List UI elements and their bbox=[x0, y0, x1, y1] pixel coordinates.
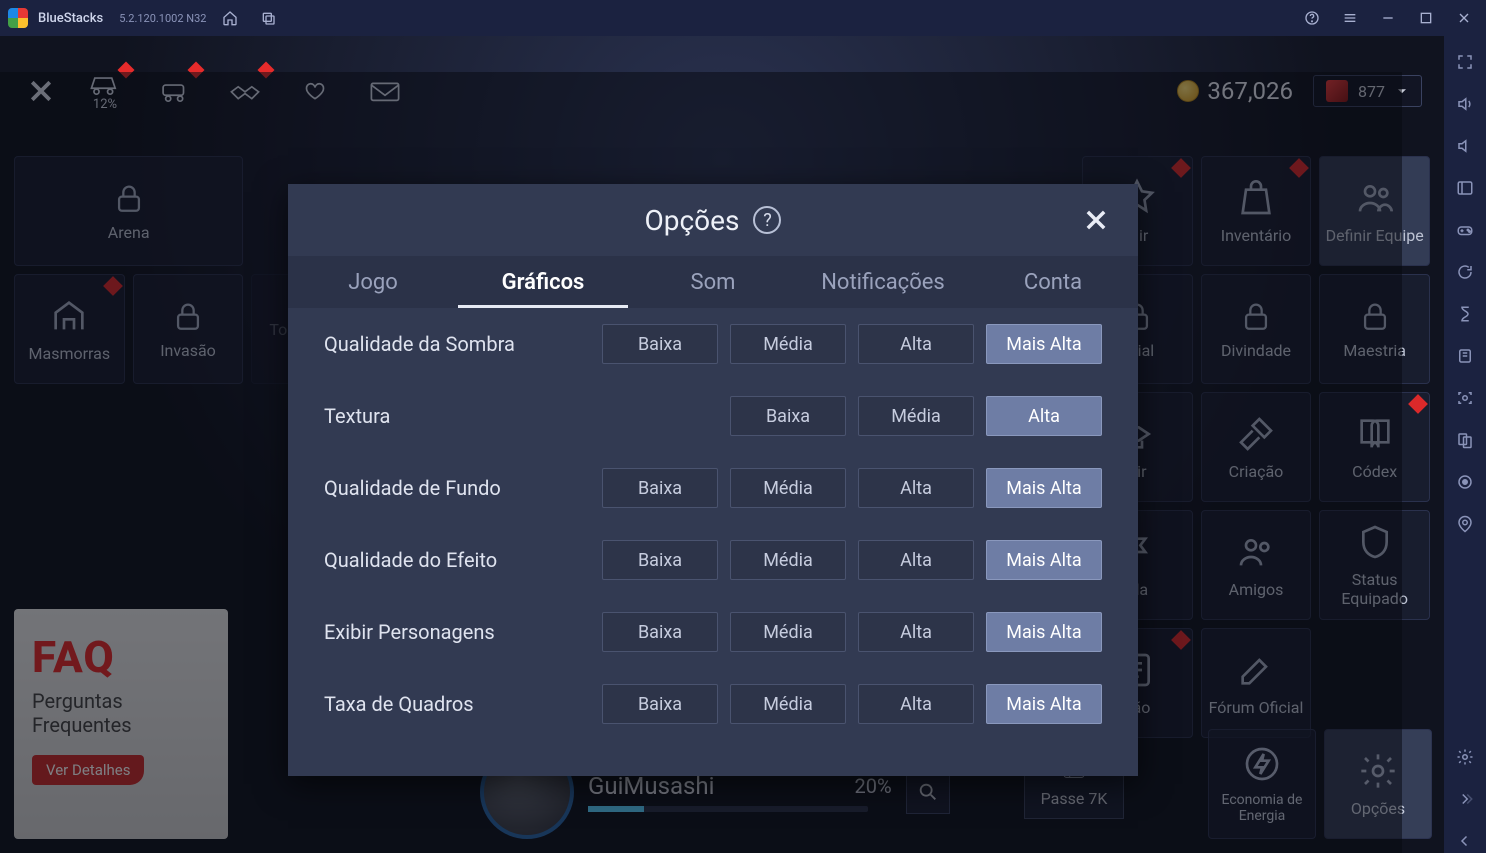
option-button[interactable]: Média bbox=[730, 324, 846, 364]
setting-label: Qualidade da Sombra bbox=[324, 332, 574, 356]
apk-icon[interactable] bbox=[1453, 344, 1477, 368]
options-modal: Opções ? Jogo Gráficos Som Notificações … bbox=[288, 184, 1138, 776]
multi-instance-icon[interactable] bbox=[1453, 428, 1477, 452]
setting-row: Qualidade da Sombra Baixa Média Alta Mais Al… bbox=[324, 308, 1102, 380]
tab-jogo[interactable]: Jogo bbox=[288, 256, 458, 308]
option-group: Baixa Média Alta Mais Alta bbox=[602, 684, 1102, 724]
hamburger-menu-button[interactable] bbox=[1336, 4, 1364, 32]
option-button[interactable]: Média bbox=[730, 540, 846, 580]
gamepad-icon[interactable] bbox=[1453, 218, 1477, 242]
collapse-sidebar-icon[interactable] bbox=[1453, 787, 1477, 811]
option-button[interactable]: Baixa bbox=[602, 324, 718, 364]
bluestacks-sidebar bbox=[1444, 36, 1486, 853]
volume-up-icon[interactable] bbox=[1453, 92, 1477, 116]
modal-tabs: Jogo Gráficos Som Notificações Conta bbox=[288, 256, 1138, 308]
modal-help-button[interactable]: ? bbox=[753, 206, 781, 234]
hourglass-icon[interactable] bbox=[1453, 302, 1477, 326]
tab-som[interactable]: Som bbox=[628, 256, 798, 308]
back-icon[interactable] bbox=[1453, 829, 1477, 853]
option-button[interactable]: Baixa bbox=[730, 396, 846, 436]
option-button[interactable]: Mais Alta bbox=[986, 468, 1102, 508]
setting-row: Qualidade de Fundo Baixa Média Alta Mais Alt… bbox=[324, 452, 1102, 524]
settings-icon[interactable] bbox=[1453, 745, 1477, 769]
setting-label: Qualidade de Fundo bbox=[324, 476, 574, 500]
home-button[interactable] bbox=[216, 4, 244, 32]
close-icon bbox=[1082, 206, 1110, 234]
location-icon[interactable] bbox=[1453, 512, 1477, 536]
tab-conta[interactable]: Conta bbox=[968, 256, 1138, 308]
option-button[interactable]: Baixa bbox=[602, 540, 718, 580]
modal-body: Qualidade da Sombra Baixa Média Alta Mais Al… bbox=[288, 308, 1138, 776]
modal-title: Opções bbox=[645, 204, 740, 237]
option-group: Baixa Média Alta Mais Alta bbox=[602, 324, 1102, 364]
option-button[interactable]: Mais Alta bbox=[986, 684, 1102, 724]
option-button[interactable]: Média bbox=[858, 396, 974, 436]
option-group: Baixa Média Alta bbox=[602, 396, 1102, 436]
setting-label: Qualidade do Efeito bbox=[324, 548, 574, 572]
option-button[interactable]: Alta bbox=[858, 684, 974, 724]
recents-button[interactable] bbox=[254, 4, 282, 32]
minimize-button[interactable] bbox=[1374, 4, 1402, 32]
setting-row: Exibir Personagens Baixa Média Alta Mais Alt… bbox=[324, 596, 1102, 668]
game-viewport: 12% 367,026 877 Arena bbox=[0, 36, 1444, 853]
modal-close-button[interactable] bbox=[1078, 202, 1114, 238]
option-group: Baixa Média Alta Mais Alta bbox=[602, 468, 1102, 508]
option-button[interactable]: Baixa bbox=[602, 612, 718, 652]
setting-row: Textura Baixa Média Alta bbox=[324, 380, 1102, 452]
macro-icon[interactable] bbox=[1453, 470, 1477, 494]
close-button[interactable] bbox=[1450, 4, 1478, 32]
option-button[interactable]: Média bbox=[730, 468, 846, 508]
bluestacks-name: BlueStacks bbox=[38, 11, 103, 26]
option-button[interactable]: Alta bbox=[858, 468, 974, 508]
bluestacks-titlebar: BlueStacks 5.2.120.1002 N32 bbox=[0, 0, 1486, 36]
tab-graficos[interactable]: Gráficos bbox=[458, 256, 628, 308]
bluestacks-version: 5.2.120.1002 N32 bbox=[119, 12, 206, 25]
option-button[interactable]: Mais Alta bbox=[986, 324, 1102, 364]
setting-label: Taxa de Quadros bbox=[324, 692, 574, 716]
help-button[interactable] bbox=[1298, 4, 1326, 32]
option-button[interactable]: Mais Alta bbox=[986, 540, 1102, 580]
fullscreen-icon[interactable] bbox=[1453, 50, 1477, 74]
maximize-button[interactable] bbox=[1412, 4, 1440, 32]
bluestacks-logo-icon bbox=[8, 8, 28, 28]
tab-notificacoes[interactable]: Notificações bbox=[798, 256, 968, 308]
option-button[interactable]: Alta bbox=[858, 324, 974, 364]
option-group: Baixa Média Alta Mais Alta bbox=[602, 612, 1102, 652]
option-group: Baixa Média Alta Mais Alta bbox=[602, 540, 1102, 580]
volume-down-icon[interactable] bbox=[1453, 134, 1477, 158]
option-button[interactable]: Alta bbox=[858, 612, 974, 652]
setting-row: Taxa de Quadros Baixa Média Alta Mais Alta bbox=[324, 668, 1102, 740]
option-button[interactable]: Alta bbox=[858, 540, 974, 580]
modal-header: Opções ? bbox=[288, 184, 1138, 256]
screenshot-icon[interactable] bbox=[1453, 386, 1477, 410]
setting-label: Exibir Personagens bbox=[324, 620, 574, 644]
keymap-icon[interactable] bbox=[1453, 176, 1477, 200]
notification-dot-icon bbox=[1408, 394, 1428, 414]
option-button[interactable]: Mais Alta bbox=[986, 612, 1102, 652]
sync-icon[interactable] bbox=[1453, 260, 1477, 284]
setting-row: Qualidade do Efeito Baixa Média Alta Mais Al… bbox=[324, 524, 1102, 596]
setting-label: Textura bbox=[324, 404, 574, 428]
option-button[interactable]: Alta bbox=[986, 396, 1102, 436]
option-button[interactable]: Baixa bbox=[602, 684, 718, 724]
option-button[interactable]: Baixa bbox=[602, 468, 718, 508]
option-button[interactable]: Média bbox=[730, 684, 846, 724]
option-button[interactable]: Média bbox=[730, 612, 846, 652]
